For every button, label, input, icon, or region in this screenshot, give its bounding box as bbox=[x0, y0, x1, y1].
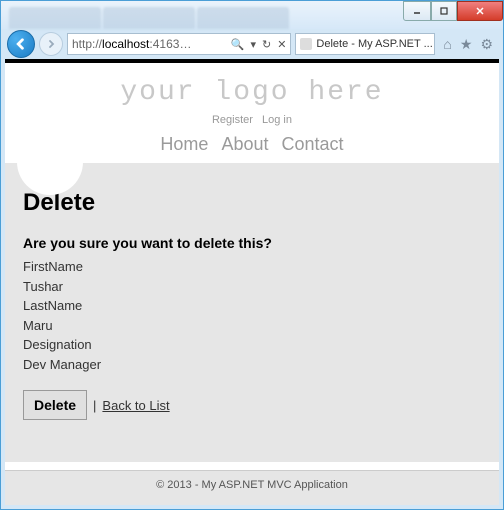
url-ellipsis: … bbox=[179, 37, 191, 51]
address-bar: http://localhost:4163… 🔍 ▾ ↻ ✕ Delete - … bbox=[1, 29, 503, 59]
maximize-button[interactable] bbox=[431, 1, 457, 21]
delete-button[interactable]: Delete bbox=[23, 390, 87, 420]
browser-tools: ⌂ ★ ⚙ bbox=[439, 36, 497, 53]
login-link[interactable]: Log in bbox=[262, 114, 292, 126]
url-input[interactable]: http://localhost:4163… 🔍 ▾ ↻ ✕ bbox=[67, 33, 291, 55]
nav-forward-button[interactable] bbox=[39, 32, 63, 56]
back-to-list-link[interactable]: Back to List bbox=[102, 398, 169, 413]
background-tab[interactable] bbox=[9, 7, 101, 29]
stop-icon[interactable]: ✕ bbox=[277, 38, 286, 51]
tab-title: Delete - My ASP.NET ... bbox=[316, 38, 432, 50]
register-link[interactable]: Register bbox=[212, 114, 253, 126]
field-label: LastName bbox=[23, 296, 481, 316]
nav-back-button[interactable] bbox=[7, 30, 35, 58]
dropdown-icon[interactable]: ▾ bbox=[250, 38, 256, 51]
page-content: your logo here Register Log in Home Abou… bbox=[5, 59, 499, 505]
account-links: Register Log in bbox=[5, 114, 499, 126]
site-logo: your logo here bbox=[5, 77, 499, 108]
titlebar bbox=[1, 1, 503, 29]
site-footer: © 2013 - My ASP.NET MVC Application bbox=[5, 470, 499, 505]
url-toolbar: 🔍 ▾ ↻ ✕ bbox=[231, 38, 287, 51]
search-icon[interactable]: 🔍 bbox=[231, 38, 245, 51]
field-value: Maru bbox=[23, 316, 481, 336]
url-port: :4163 bbox=[149, 37, 179, 51]
confirm-text: Are you sure you want to delete this? bbox=[23, 235, 481, 251]
nav-about[interactable]: About bbox=[221, 134, 268, 154]
separator: | bbox=[93, 398, 96, 413]
field-label: FirstName bbox=[23, 257, 481, 277]
url-host: localhost bbox=[102, 37, 149, 51]
window-close-button[interactable] bbox=[457, 1, 503, 21]
window-controls bbox=[403, 1, 503, 21]
field-value: Dev Manager bbox=[23, 355, 481, 375]
field-value: Tushar bbox=[23, 277, 481, 297]
favicon-icon bbox=[300, 38, 312, 50]
page-heading: Delete bbox=[23, 189, 481, 217]
background-tabs bbox=[9, 1, 289, 29]
spacer bbox=[5, 462, 499, 470]
home-icon[interactable]: ⌂ bbox=[443, 36, 451, 53]
field-label: Designation bbox=[23, 335, 481, 355]
record-fields: FirstName Tushar LastName Maru Designati… bbox=[23, 257, 481, 374]
nav-contact[interactable]: Contact bbox=[282, 134, 344, 154]
minimize-button[interactable] bbox=[403, 1, 431, 21]
browser-tab[interactable]: Delete - My ASP.NET ... × bbox=[295, 33, 435, 55]
refresh-icon[interactable]: ↻ bbox=[262, 38, 271, 51]
avatar-placeholder bbox=[17, 129, 83, 195]
page-body: Delete Are you sure you want to delete t… bbox=[5, 163, 499, 462]
settings-icon[interactable]: ⚙ bbox=[480, 36, 493, 53]
form-actions: Delete | Back to List bbox=[23, 390, 481, 420]
background-tab[interactable] bbox=[103, 7, 195, 29]
browser-window: http://localhost:4163… 🔍 ▾ ↻ ✕ Delete - … bbox=[0, 0, 504, 510]
background-tab[interactable] bbox=[197, 7, 289, 29]
url-prefix: http:// bbox=[72, 37, 102, 51]
favorites-icon[interactable]: ★ bbox=[460, 36, 473, 53]
nav-home[interactable]: Home bbox=[160, 134, 208, 154]
